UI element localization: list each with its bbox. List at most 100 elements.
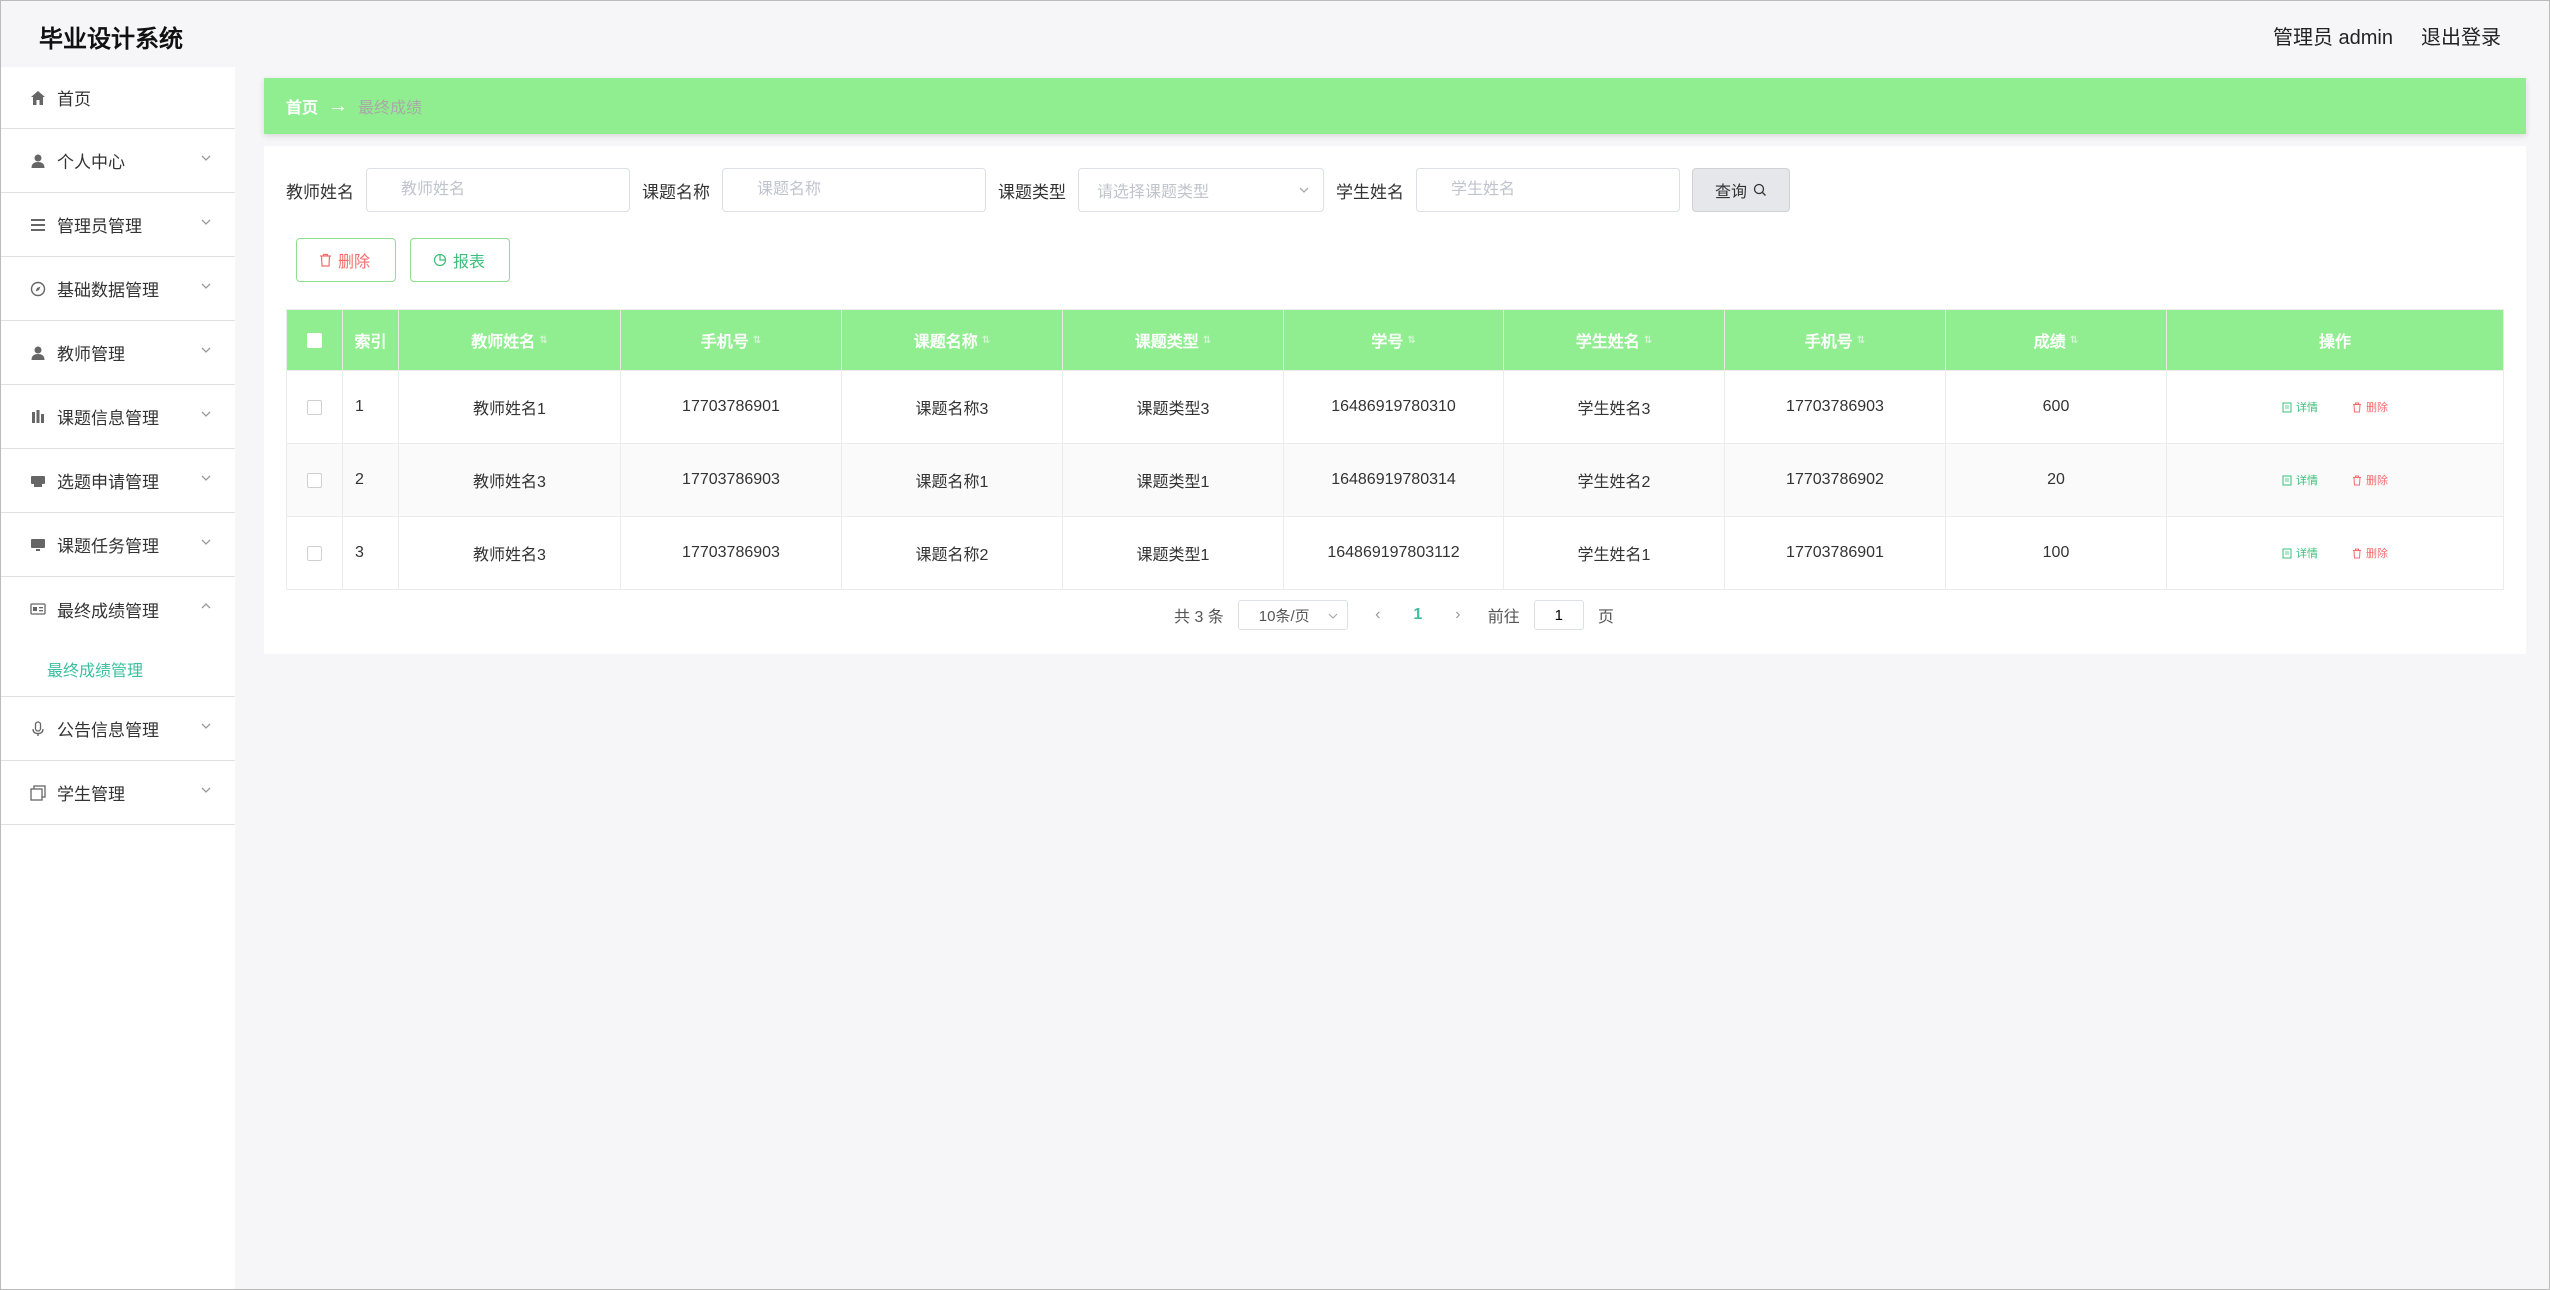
submenu-final-score-management[interactable]: 最终成绩管理 bbox=[1, 641, 235, 697]
next-page-button[interactable]: › bbox=[1442, 606, 1474, 624]
chevron-down-icon bbox=[1299, 187, 1309, 193]
delete-label: 删除 bbox=[2366, 548, 2388, 560]
sort-icon: ⇅ bbox=[981, 334, 991, 346]
header-teacher-name[interactable]: 教师姓名 ⇅ bbox=[399, 310, 621, 370]
sidebar-item-personal-center[interactable]: 个人中心 bbox=[1, 129, 235, 193]
header-label: 操作 bbox=[2318, 334, 2351, 351]
app-title: 毕业设计系统 bbox=[39, 26, 183, 53]
chevron-up-icon bbox=[201, 603, 211, 609]
chevron-down-icon bbox=[1328, 613, 1338, 619]
row-delete-button[interactable]: 删除 bbox=[2352, 472, 2388, 488]
sidebar-item-basic-data[interactable]: 基础数据管理 bbox=[1, 257, 235, 321]
sidebar-item-label: 基础数据管理 bbox=[57, 281, 159, 300]
select-all-checkbox[interactable] bbox=[307, 332, 322, 348]
cell-student-name: 学生姓名3 bbox=[1504, 371, 1725, 443]
chevron-down-icon bbox=[201, 411, 211, 417]
header-user-area: 管理员 admin 退出登录 bbox=[2273, 21, 2501, 50]
page-number-current[interactable]: 1 bbox=[1408, 606, 1428, 624]
chevron-down-icon bbox=[201, 475, 211, 481]
row-select-cell bbox=[287, 371, 343, 443]
row-checkbox[interactable] bbox=[307, 399, 322, 415]
monitor-icon bbox=[29, 536, 47, 554]
trash-icon bbox=[2353, 402, 2361, 412]
row-actions: 详情 删除 bbox=[2282, 545, 2388, 561]
header-student-phone[interactable]: 手机号 ⇅ bbox=[1725, 310, 1946, 370]
cell-topic-name: 课题名称1 bbox=[842, 444, 1063, 516]
header-student-no[interactable]: 学号 ⇅ bbox=[1284, 310, 1504, 370]
sidebar-item-topic-task[interactable]: 课题任务管理 bbox=[1, 513, 235, 577]
sidebar-item-home[interactable]: 首页 bbox=[1, 67, 235, 129]
row-actions: 详情 删除 bbox=[2282, 472, 2388, 488]
goto-page-input[interactable] bbox=[1533, 600, 1584, 630]
detail-button[interactable]: 详情 bbox=[2282, 472, 2318, 488]
topic-name-label: 课题名称 bbox=[642, 182, 710, 202]
delete-label: 删除 bbox=[2366, 475, 2388, 487]
detail-button[interactable]: 详情 bbox=[2282, 399, 2318, 415]
header-label: 教师姓名 bbox=[471, 334, 536, 351]
header-student-name[interactable]: 学生姓名 ⇅ bbox=[1504, 310, 1725, 370]
document-icon bbox=[2282, 475, 2292, 485]
student-name-input[interactable] bbox=[1416, 168, 1680, 212]
header-label: 学生姓名 bbox=[1575, 334, 1640, 351]
cell-topic-type: 课题类型1 bbox=[1063, 444, 1284, 516]
header-topic-name[interactable]: 课题名称 ⇅ bbox=[842, 310, 1063, 370]
header-score[interactable]: 成绩 ⇅ bbox=[1946, 310, 2167, 370]
query-button[interactable]: 查询 bbox=[1692, 168, 1790, 212]
topic-type-label: 课题类型 bbox=[998, 182, 1066, 202]
row-checkbox[interactable] bbox=[307, 472, 322, 488]
topic-type-select[interactable]: 请选择课题类型 bbox=[1078, 168, 1324, 212]
teacher-name-input[interactable] bbox=[366, 168, 630, 212]
row-delete-button[interactable]: 删除 bbox=[2352, 545, 2388, 561]
sidebar-item-label: 课题信息管理 bbox=[57, 409, 159, 428]
chevron-down-icon bbox=[201, 283, 211, 289]
compass-icon bbox=[29, 280, 47, 298]
sidebar-item-topic-info[interactable]: 课题信息管理 bbox=[1, 385, 235, 449]
sort-icon: ⇅ bbox=[2069, 334, 2079, 346]
sidebar-item-label: 个人中心 bbox=[57, 153, 125, 172]
chevron-down-icon bbox=[201, 787, 211, 793]
header-topic-type[interactable]: 课题类型 ⇅ bbox=[1063, 310, 1284, 370]
breadcrumb: 首页 → 最终成绩 bbox=[264, 78, 2526, 134]
page-size-select[interactable]: 10条/页 bbox=[1237, 600, 1348, 630]
detail-button[interactable]: 详情 bbox=[2282, 545, 2318, 561]
breadcrumb-home-link[interactable]: 首页 bbox=[286, 94, 318, 118]
header-label: 手机号 bbox=[1804, 334, 1853, 351]
cell-teacher-phone: 17703786901 bbox=[621, 371, 842, 443]
sidebar-item-final-score[interactable]: 最终成绩管理 bbox=[1, 577, 235, 641]
student-name-label: 学生姓名 bbox=[1336, 182, 1404, 202]
admin-user-label[interactable]: 管理员 admin bbox=[2273, 21, 2393, 50]
header-teacher-phone[interactable]: 手机号 ⇅ bbox=[621, 310, 842, 370]
topic-name-input[interactable] bbox=[722, 168, 986, 212]
cell-actions: 详情 删除 bbox=[2167, 444, 2503, 516]
sort-icon: ⇅ bbox=[1407, 334, 1416, 346]
report-button[interactable]: 报表 bbox=[410, 238, 510, 282]
sidebar-item-admin-management[interactable]: 管理员管理 bbox=[1, 193, 235, 257]
cell-student-phone: 17703786902 bbox=[1725, 444, 1946, 516]
sidebar-item-label: 首页 bbox=[57, 90, 91, 109]
query-label: 查询 bbox=[1714, 184, 1747, 201]
sidebar-item-label: 教师管理 bbox=[57, 345, 125, 364]
score-table: 索引 教师姓名 ⇅ 手机号 ⇅ 课题名称 ⇅ 课题类型 ⇅ 学号 ⇅ 学生姓名 ⇅ 手机号 ⇅… bbox=[286, 309, 2504, 590]
row-delete-button[interactable]: 删除 bbox=[2352, 399, 2388, 415]
table-row: 2 教师姓名3 17703786903 课题名称1 课题类型1 16486919… bbox=[287, 443, 2503, 516]
sidebar-item-topic-application[interactable]: 选题申请管理 bbox=[1, 449, 235, 513]
home-icon bbox=[29, 89, 47, 107]
row-select-cell bbox=[287, 517, 343, 589]
top-header: 毕业设计系统 管理员 admin 退出登录 bbox=[1, 1, 2549, 67]
sidebar-item-announcement[interactable]: 公告信息管理 bbox=[1, 697, 235, 761]
table-row: 1 教师姓名1 17703786901 课题名称3 课题类型3 16486919… bbox=[287, 370, 2503, 443]
table-header: 索引 教师姓名 ⇅ 手机号 ⇅ 课题名称 ⇅ 课题类型 ⇅ 学号 ⇅ 学生姓名 ⇅ 手机号 ⇅… bbox=[287, 310, 2503, 370]
cell-topic-type: 课题类型1 bbox=[1063, 517, 1284, 589]
row-actions: 详情 删除 bbox=[2282, 399, 2388, 415]
logout-button[interactable]: 退出登录 bbox=[2421, 21, 2501, 50]
sidebar-item-student-management[interactable]: 学生管理 bbox=[1, 761, 235, 825]
sort-icon: ⇅ bbox=[1202, 334, 1212, 346]
row-checkbox[interactable] bbox=[307, 545, 322, 561]
app-frame: 毕业设计系统 管理员 admin 退出登录 首页 个人中心 管理员管理 基础数据… bbox=[0, 0, 2550, 1290]
report-label: 报表 bbox=[453, 254, 486, 271]
table-row: 3 教师姓名3 17703786903 课题名称2 课题类型1 16486919… bbox=[287, 516, 2503, 589]
prev-page-button[interactable]: ‹ bbox=[1362, 606, 1394, 624]
cell-score: 600 bbox=[1946, 371, 2167, 443]
batch-delete-button[interactable]: 删除 bbox=[296, 238, 396, 282]
sidebar-item-teacher-management[interactable]: 教师管理 bbox=[1, 321, 235, 385]
